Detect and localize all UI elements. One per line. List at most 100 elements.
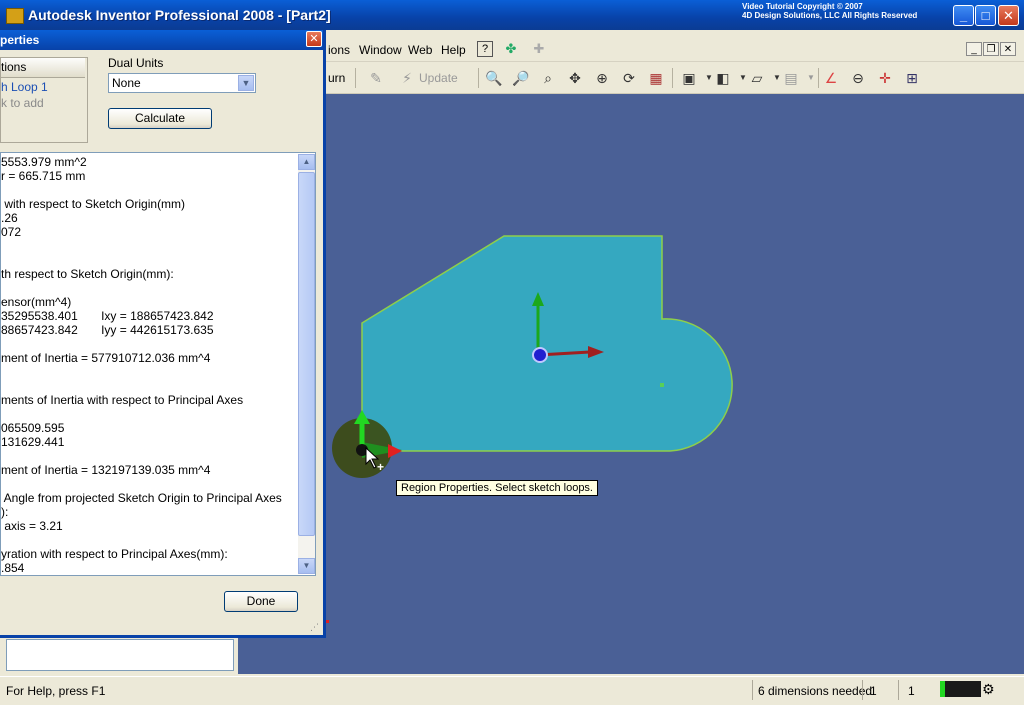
display-mode-icon[interactable]: ▣ [680,69,698,87]
network-status-icon: ⚙ [982,681,995,697]
result-line: ): [1,505,9,519]
minimize-button[interactable]: _ [953,5,974,26]
browser-panel [0,635,238,675]
maximize-button[interactable]: □ [975,5,996,26]
menu-window[interactable]: Window [359,43,402,57]
status-progress-indicator [940,681,981,697]
plus-icon[interactable]: ✚ [531,41,547,57]
status-field-2: 1 [908,684,915,698]
result-line: r = 665.715 mm [1,169,86,183]
status-help-text: For Help, press F1 [6,684,106,698]
dialog-title: perties [0,33,40,47]
scroll-up-icon[interactable]: ▲ [298,154,315,170]
measure-distance-icon[interactable]: ⊞ [903,69,921,87]
result-line: 35295538.401 Ixy = 188657423.842 [1,309,214,323]
measure-loop-icon[interactable]: ⊖ [849,69,867,87]
update-icon[interactable]: ⚡ [398,69,416,87]
status-separator [898,680,899,700]
status-bar: For Help, press F1 6 dimensions needed 1… [0,676,1024,705]
sketch-canvas[interactable]: + [238,94,1024,674]
status-field-1: 1 [870,684,877,698]
toolbar-separator [355,68,356,88]
results-text-area[interactable]: 5553.979 mm^2 r = 665.715 mm with respect… [0,152,316,576]
result-line: ment of Inertia = 577910712.036 mm^4 [1,351,211,365]
inventor-app-icon[interactable] [6,8,24,24]
zoom-all-icon[interactable]: 🔍 [485,69,503,87]
copyright-line-2: 4D Design Solutions, LLC All Rights Rese… [742,11,918,20]
result-line: .854 [1,561,25,575]
status-separator [752,680,753,700]
dialog-title-bar[interactable]: perties ✕ [0,30,323,50]
browser-pane[interactable] [6,639,234,671]
result-line: 5553.979 mm^2 [1,155,87,169]
scroll-down-icon[interactable]: ▼ [298,558,315,574]
centroid-point[interactable] [532,347,548,363]
copyright-line-1: Video Tutorial Copyright © 2007 [742,2,863,11]
sections-header: tions [1,58,85,78]
result-line: with respect to Sketch Origin(mm) [1,197,186,211]
toolbar-separator [478,68,479,88]
menu-help[interactable]: Help [441,43,466,57]
region-properties-tooltip: Region Properties. Select sketch loops. [396,480,598,496]
measure-angle-icon[interactable]: ∠ [822,69,840,87]
result-line: .26 [1,211,18,225]
mdi-restore-button[interactable]: ❐ [983,42,999,56]
menu-web[interactable]: Web [408,43,432,57]
close-button[interactable]: ✕ [998,5,1019,26]
camera-icon[interactable]: ◧ [714,69,732,87]
zoom-icon[interactable]: ⌕ [539,69,557,87]
sections-list[interactable]: tions h Loop 1 k to add [0,57,88,143]
calculate-button[interactable]: Calculate [108,108,212,129]
menu-applications[interactable]: ions [328,43,350,57]
result-line: 065509.595 [1,421,65,435]
result-line: axis = 3.21 [1,519,63,533]
toolbar-separator [818,68,819,88]
chevron-down-icon[interactable]: ▼ [238,75,254,91]
dual-units-select[interactable]: None ▼ [108,73,256,93]
graphics-viewport[interactable]: + [238,94,1024,674]
click-to-add-item[interactable]: k to add [1,96,44,110]
style-icon[interactable]: ▤ [782,69,800,87]
results-scrollbar[interactable]: ▲ ▼ [298,154,315,574]
dual-units-label: Dual Units [108,56,164,70]
zoom-window-icon[interactable]: 🔎 [512,69,530,87]
result-line: ment of Inertia = 132197139.035 mm^4 [1,463,211,477]
cursor-plus-icon: + [377,460,384,474]
result-line: 88657423.842 Iyy = 442615173.635 [1,323,214,337]
result-line: ments of Inertia with respect to Princip… [1,393,244,407]
mdi-close-button[interactable]: ✕ [1000,42,1016,56]
shadow-icon[interactable]: ▱ [748,69,766,87]
center-point-icon[interactable]: ✛ [876,69,894,87]
viewport-marker [326,620,329,623]
copyright-watermark: Video Tutorial Copyright © 2007 4D Desig… [742,2,917,20]
result-line: 072 [1,225,22,239]
whats-this-help-icon[interactable]: ? [477,41,493,57]
result-line: yration with respect to Principal Axes(m… [1,547,228,561]
sketch-loop-item[interactable]: h Loop 1 [1,80,48,94]
pan-icon[interactable]: ✥ [566,69,584,87]
sketch-region[interactable] [361,235,733,452]
dual-units-value: None [112,76,141,90]
look-at-icon[interactable]: ▦ [647,69,665,87]
mdi-minimize-button[interactable]: _ [966,42,982,56]
rotate-icon[interactable]: ⟳ [620,69,638,87]
sketch-icon[interactable]: ✎ [367,69,385,87]
result-line: th respect to Sketch Origin(mm): [1,267,174,281]
result-line: 131629.441 [1,435,65,449]
scroll-thumb[interactable] [298,172,315,536]
zoom-selected-icon[interactable]: ⊕ [593,69,611,87]
result-line: ensor(mm^4) [1,295,72,309]
region-properties-dialog: perties ✕ tions h Loop 1 k to add Dual U… [0,30,326,638]
app-title: Autodesk Inventor Professional 2008 - [P… [28,7,331,23]
result-line: Angle from projected Sketch Origin to Pr… [1,491,282,505]
status-dimensions-needed: 6 dimensions needed [758,684,873,698]
done-button[interactable]: Done [224,591,298,612]
dialog-close-button[interactable]: ✕ [306,31,322,47]
network-icon[interactable]: ✤ [503,41,519,57]
update-button[interactable]: Update [419,71,458,85]
return-button[interactable]: urn [328,71,345,85]
toolbar-separator [672,68,673,88]
resize-grip-icon[interactable]: ⋰ [310,622,319,633]
arc-center-point [660,383,664,387]
app-title-bar[interactable]: Autodesk Inventor Professional 2008 - [P… [0,0,1024,30]
